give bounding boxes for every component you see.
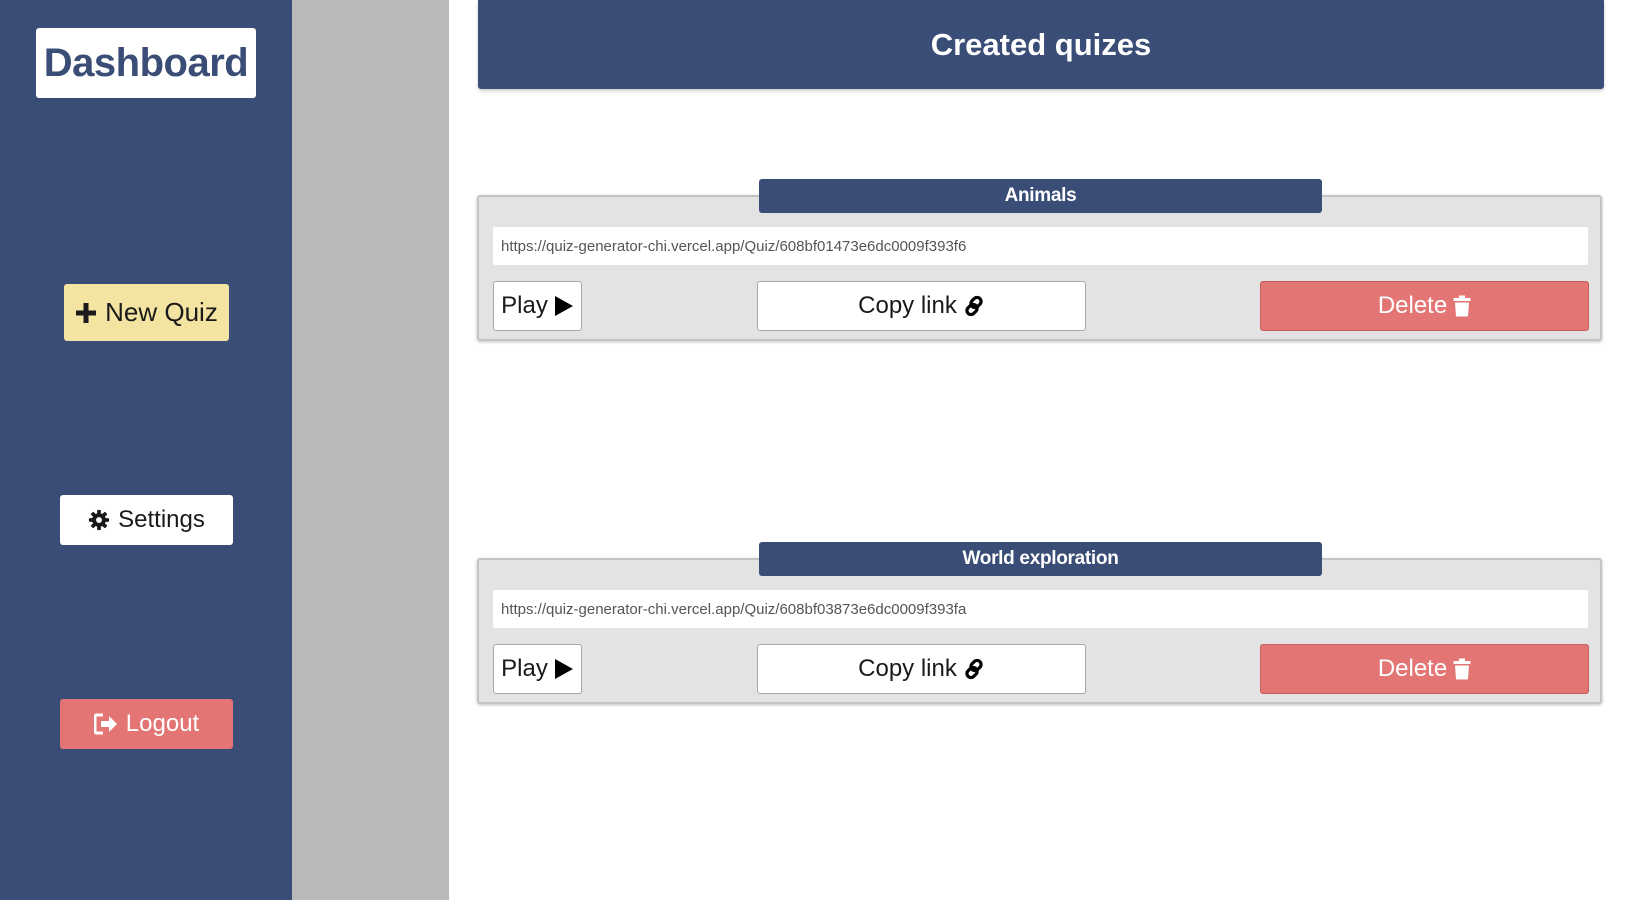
copy-link-label: Copy link: [858, 655, 957, 682]
quiz-title: Animals: [759, 179, 1322, 213]
trash-icon: [1453, 658, 1471, 680]
link-icon: [963, 658, 985, 680]
page-header: Created quizes: [478, 0, 1604, 89]
delete-button[interactable]: Delete: [1260, 281, 1589, 331]
page-title: Created quizes: [930, 26, 1152, 62]
copy-link-label: Copy link: [858, 292, 957, 319]
settings-label: Settings: [118, 506, 205, 533]
play-icon: [554, 295, 574, 317]
play-button[interactable]: Play: [493, 644, 582, 694]
play-icon: [554, 658, 574, 680]
new-quiz-button[interactable]: New Quiz: [64, 284, 229, 341]
dashboard-page: Dashboard New Quiz Settings Logout Creat…: [0, 0, 1629, 900]
delete-label: Delete: [1377, 655, 1448, 682]
copy-link-button[interactable]: Copy link: [757, 644, 1086, 694]
logout-button[interactable]: Logout: [60, 699, 233, 749]
quiz-title: World exploration: [759, 542, 1322, 576]
delete-button[interactable]: Delete: [1260, 644, 1589, 694]
quiz-url-field[interactable]: https://quiz-generator-chi.vercel.app/Qu…: [493, 590, 1588, 628]
delete-label: Delete: [1377, 292, 1448, 319]
quiz-card: Animals https://quiz-generator-chi.verce…: [477, 179, 1602, 341]
quiz-card: World exploration https://quiz-generator…: [477, 542, 1602, 704]
logout-label: Logout: [125, 710, 200, 737]
dashboard-logo[interactable]: Dashboard: [36, 28, 256, 98]
settings-button[interactable]: Settings: [60, 495, 233, 545]
new-quiz-label: New Quiz: [105, 297, 218, 327]
play-button[interactable]: Play: [493, 281, 582, 331]
copy-link-button[interactable]: Copy link: [757, 281, 1086, 331]
trash-icon: [1453, 295, 1471, 317]
sign-out-icon: [93, 713, 118, 735]
plus-icon: [75, 302, 97, 324]
quiz-url-field[interactable]: https://quiz-generator-chi.vercel.app/Qu…: [493, 227, 1588, 265]
play-label: Play: [501, 292, 548, 319]
link-icon: [963, 295, 985, 317]
play-label: Play: [501, 655, 548, 682]
gear-icon: [88, 509, 110, 531]
sidebar-gutter: [292, 0, 449, 900]
sidebar: Dashboard New Quiz Settings Logout: [0, 0, 292, 900]
